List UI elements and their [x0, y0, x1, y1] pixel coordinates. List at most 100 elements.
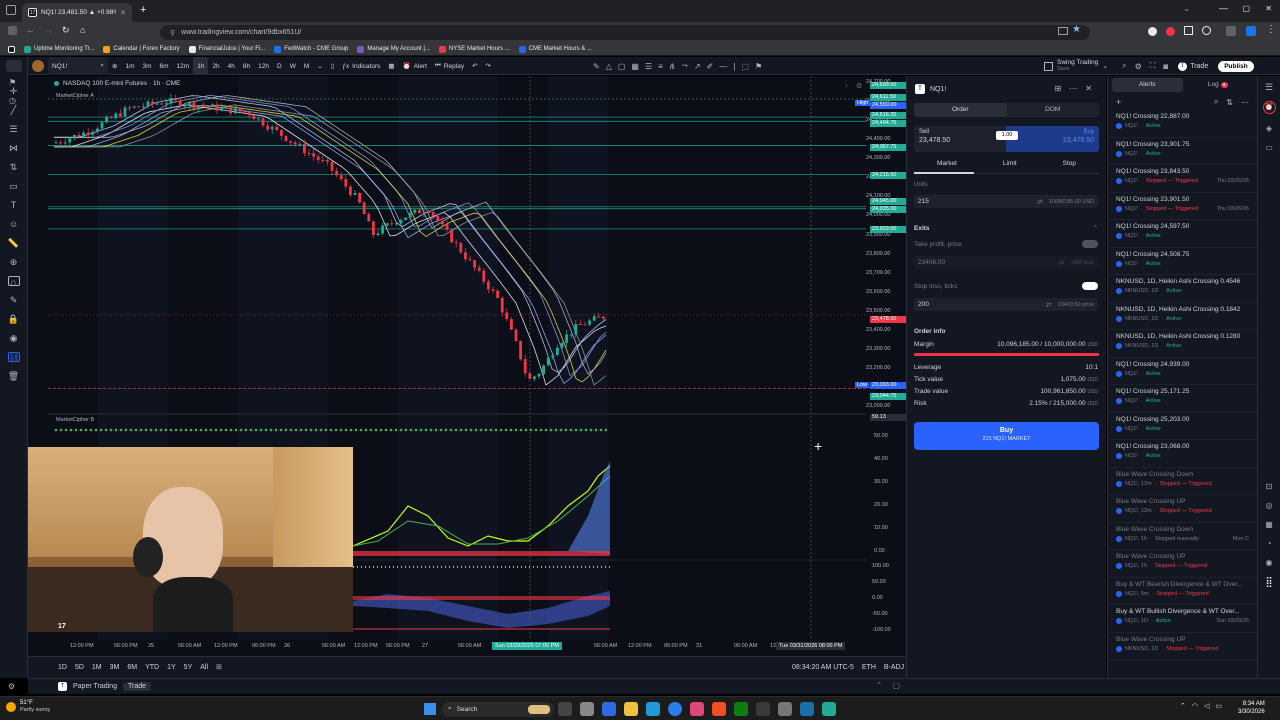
wifi-icon[interactable]: ◠: [1192, 702, 1198, 710]
panel-close-icon[interactable]: ✕: [1085, 84, 1092, 93]
swap-icon[interactable]: ⇄: [1046, 301, 1051, 309]
ruler-icon[interactable]: 📏: [8, 238, 20, 248]
alert-item[interactable]: NQ1! Crossing 23,068.00 NQ1! · Active: [1108, 440, 1257, 468]
alert-item[interactable]: Blue Wave Crossing UP NQ1!, 12m · Stopped —…: [1108, 495, 1257, 523]
bookmark-item[interactable]: NYSE Market Hours ...: [438, 45, 510, 53]
paper-trading-label[interactable]: Paper Trading: [73, 683, 117, 690]
adjust-toggle[interactable]: B-ADJ: [884, 664, 904, 671]
interval-1h[interactable]: 1h: [193, 57, 209, 75]
layers-icon[interactable]: ◈: [1258, 124, 1280, 133]
bookmark-item[interactable]: FinancialJuice | Your Fi...: [188, 45, 265, 53]
range-5y[interactable]: 5Y: [184, 664, 193, 671]
path-tool-icon[interactable]: ⤳: [682, 61, 688, 71]
alert-item[interactable]: Blue Wave Crossing Down NQ1!, 1h · Stopped …: [1108, 523, 1257, 550]
tab-search-icon[interactable]: ⌄: [1183, 4, 1190, 13]
alert-item[interactable]: NKNUSD, 1D, Heikin Ashi Crossing 0.1280 N…: [1108, 330, 1257, 358]
place-buy-order-button[interactable]: Buy 215 NQ1! MARKET: [914, 422, 1099, 450]
extension-icon[interactable]: [1184, 26, 1193, 35]
extension-icon[interactable]: [1166, 27, 1175, 36]
collapse-icon[interactable]: ⌃: [1093, 224, 1098, 232]
bookmark-tradingview[interactable]: [8, 45, 15, 53]
terminal-app-icon[interactable]: [602, 702, 616, 716]
alert-item[interactable]: Blue Wave Crossing UP NKNUSD, 1D · Stopped …: [1108, 633, 1257, 660]
taskbar-search[interactable]: ⌕ Search: [442, 701, 554, 717]
file-explorer-icon[interactable]: [624, 702, 638, 716]
replay-button[interactable]: ⏮ Replay: [431, 57, 468, 75]
shapes-icon[interactable]: ▭: [8, 181, 20, 191]
swap-icon[interactable]: ⇄: [1059, 259, 1064, 267]
bookmark-item[interactable]: CME Market Hours & ...: [518, 45, 592, 53]
weather-widget[interactable]: 51°F Partly sunny: [6, 700, 50, 714]
lock-icon[interactable]: 🔒: [8, 314, 20, 324]
volume-icon[interactable]: ◁: [1204, 702, 1209, 710]
tv-menu-icon[interactable]: [6, 60, 22, 72]
range-all[interactable]: All: [200, 664, 208, 671]
minimize-icon[interactable]: —: [1219, 3, 1228, 13]
help-icon[interactable]: ◎: [1258, 501, 1280, 510]
alert-item[interactable]: Buy & WT Bearish Divergence & WT Over...…: [1108, 578, 1257, 605]
tab-log[interactable]: Log ●: [1183, 78, 1254, 92]
fib-tool-icon[interactable]: ≡: [658, 62, 663, 71]
magnet-icon[interactable]: ∩: [7, 276, 20, 287]
panel-more-icon[interactable]: ⋯: [1069, 84, 1077, 93]
quick-search-icon[interactable]: ⌕: [1122, 61, 1126, 71]
clock-readout[interactable]: 08:34:20 AM UTC-5: [792, 664, 854, 671]
watchlist-panel-icon[interactable]: ☰: [1258, 82, 1280, 93]
app-icon[interactable]: [778, 702, 792, 716]
url-field[interactable]: ⚲ www.tradingview.com/chart/9dbx651U/: [160, 25, 1090, 40]
clock-icon[interactable]: ◷: [9, 96, 16, 105]
range-6m[interactable]: 6M: [127, 664, 137, 671]
collapse-panel-icon[interactable]: ⌃: [876, 681, 883, 690]
rect-tool-icon[interactable]: ▢: [618, 62, 626, 71]
alerts-panel-icon[interactable]: ⏰: [1262, 101, 1276, 114]
alert-item[interactable]: Blue Wave Crossing UP NQ1!, 1h · Stopped — …: [1108, 550, 1257, 578]
layout-icon[interactable]: [1044, 61, 1053, 71]
bookmark-item[interactable]: Manage My Account |...: [357, 45, 430, 53]
range-1d[interactable]: 1D: [58, 664, 67, 671]
emoji-icon[interactable]: ☺: [8, 219, 20, 229]
brush-tool-icon[interactable]: ✐: [707, 62, 714, 71]
redo-icon[interactable]: ↷: [482, 57, 495, 75]
ray-tool-icon[interactable]: ↗: [694, 62, 701, 71]
fib-icon[interactable]: ☰: [8, 124, 20, 134]
alert-item[interactable]: NQ1! Crossing 24,597.50 NQ1! · Active: [1108, 220, 1257, 248]
tab-order[interactable]: Order: [914, 103, 1007, 117]
symbol-search[interactable]: NQ1! ⌕: [48, 57, 108, 75]
order-type-limit[interactable]: Limit: [1003, 160, 1017, 167]
sl-field[interactable]: 200 ⇄ 23429.50 price: [914, 298, 1098, 311]
indicators-button[interactable]: ƒx Indicators: [338, 57, 384, 75]
interval-2h[interactable]: 2h: [208, 57, 223, 75]
templates-icon[interactable]: ▦: [384, 57, 398, 75]
app-icon[interactable]: [822, 702, 836, 716]
interval-4h[interactable]: 4h: [224, 57, 239, 75]
edge-app-icon[interactable]: [668, 702, 682, 716]
range-1m[interactable]: 1M: [92, 664, 102, 671]
interval-12m[interactable]: 12m: [173, 57, 194, 75]
chart-legend[interactable]: NASDAQ 100 E-mini Futures · 1h · CME: [54, 80, 180, 87]
tray-overflow-icon[interactable]: ⌃: [1180, 702, 1186, 710]
panel-layout-icon[interactable]: ⊞: [1055, 84, 1062, 93]
triangle-tool-icon[interactable]: △: [606, 62, 612, 71]
interval-m[interactable]: M: [300, 57, 313, 75]
price-scale[interactable]: 24,700.0024,600.0024,500.0024,400.0024,3…: [866, 76, 906, 656]
compare-icon[interactable]: ⊕: [108, 57, 121, 75]
hotlist-icon[interactable]: ◉: [1258, 558, 1280, 567]
maximize-panel-icon[interactable]: ▢: [892, 681, 900, 690]
settings-app-icon[interactable]: [580, 702, 594, 716]
grid-tool-icon[interactable]: ▦: [631, 62, 639, 71]
alert-sort-icon[interactable]: ⇅: [1226, 98, 1233, 107]
trend-line-icon[interactable]: ╱: [8, 105, 20, 115]
alert-item[interactable]: Blue Wave Crossing Down NQ1!, 12m · Stopped…: [1108, 468, 1257, 495]
forward-icon[interactable]: →: [44, 25, 53, 35]
flag-tool-icon[interactable]: ⚑: [755, 62, 762, 71]
browser-menu-icon[interactable]: ⋮: [1266, 24, 1276, 35]
frame-tool-icon[interactable]: ⬚: [741, 62, 749, 71]
maximize-icon[interactable]: ▢: [1242, 4, 1250, 13]
browser-tab[interactable]: 17 NQ1! 23,481.50 ▲ +0.98% Swi ✕: [22, 3, 132, 22]
watchlist-icon[interactable]: ⚑: [9, 78, 16, 87]
user-avatar[interactable]: [28, 57, 48, 75]
alert-item[interactable]: NQ1! Crossing 22,887.00 NQ1! · Active: [1108, 110, 1257, 138]
forecast-icon[interactable]: ⇅: [8, 162, 20, 172]
layout-selector[interactable]: Swing Trading Save: [1057, 59, 1098, 73]
candles-icon[interactable]: ▯: [327, 57, 339, 75]
